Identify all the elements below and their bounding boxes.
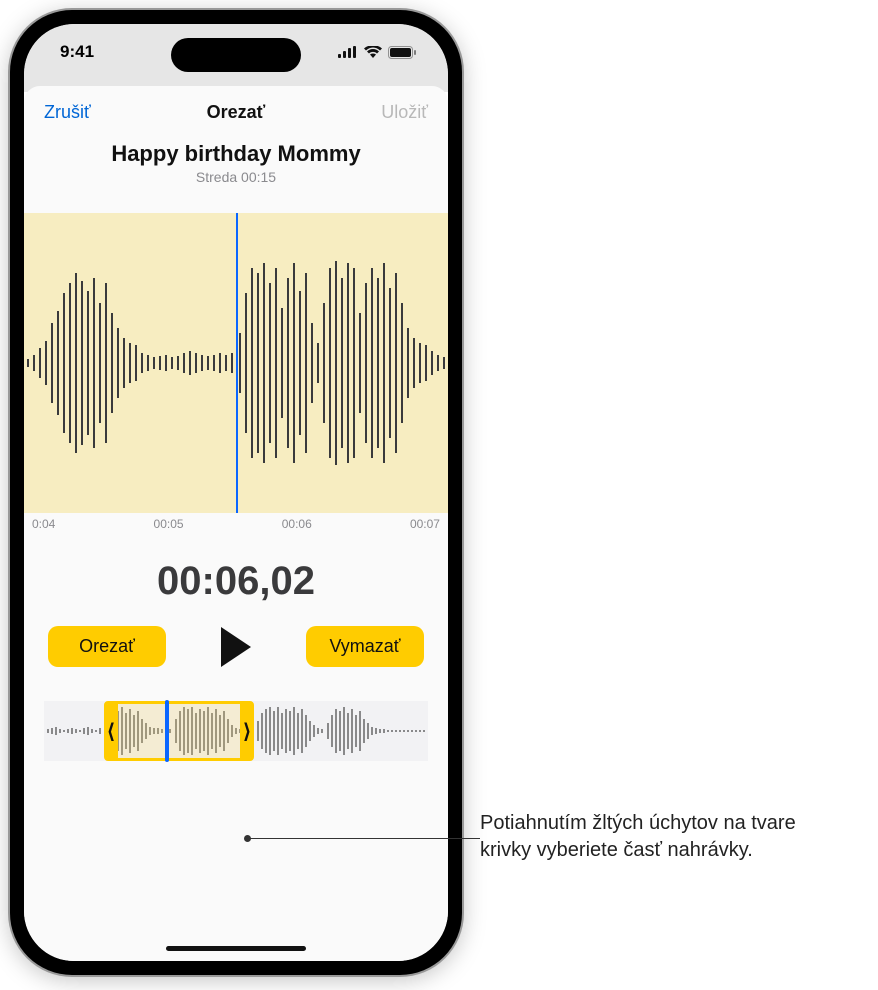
battery-icon	[388, 46, 416, 59]
time-ruler: 0:04 00:05 00:06 00:07	[24, 517, 448, 531]
sheet-title: Orezať	[207, 102, 266, 123]
trim-handle-left[interactable]: ⟨	[104, 704, 118, 758]
save-button[interactable]: Uložiť	[381, 102, 428, 123]
delete-button[interactable]: Vymazať	[306, 626, 424, 667]
trim-button[interactable]: Orezať	[48, 626, 166, 667]
tick: 00:06	[282, 517, 312, 531]
dynamic-island	[171, 38, 301, 72]
sheet-header: Zrušiť Orezať Uložiť	[24, 86, 448, 127]
screen: 9:41 Zrušiť Orezať Uložiť Happy birthday…	[24, 24, 448, 961]
callout-leader	[248, 838, 480, 839]
trim-selection[interactable]: ⟨ ⟩	[104, 701, 254, 761]
mini-playhead[interactable]	[165, 700, 169, 762]
play-icon[interactable]	[221, 627, 251, 667]
waveform-overview[interactable]: ⟨ ⟩	[44, 701, 428, 761]
trim-handle-right[interactable]: ⟩	[240, 704, 254, 758]
cellular-icon	[338, 46, 358, 58]
callout-text: Potiahnutím žltých úchytov na tvare kriv…	[480, 810, 850, 864]
phone-frame: 9:41 Zrušiť Orezať Uložiť Happy birthday…	[10, 10, 462, 975]
recording-title: Happy birthday Mommy	[24, 141, 448, 167]
waveform-zoomed[interactable]	[24, 213, 448, 513]
recording-meta: Streda 00:15	[24, 169, 448, 185]
playhead[interactable]	[236, 213, 238, 513]
tick: 0:04	[32, 517, 55, 531]
edit-sheet: Zrušiť Orezať Uložiť Happy birthday Momm…	[24, 86, 448, 961]
tick: 00:05	[154, 517, 184, 531]
cancel-button[interactable]: Zrušiť	[44, 102, 91, 123]
wifi-icon	[364, 46, 382, 58]
controls-row: Orezať Vymazať	[24, 626, 448, 667]
status-icons	[338, 46, 416, 59]
recording-header: Happy birthday Mommy Streda 00:15	[24, 141, 448, 185]
tick: 00:07	[410, 517, 440, 531]
timecode-display: 00:06,02	[24, 559, 448, 604]
status-time: 9:41	[60, 42, 94, 62]
home-indicator[interactable]	[166, 946, 306, 951]
callout-anchor	[244, 835, 251, 842]
